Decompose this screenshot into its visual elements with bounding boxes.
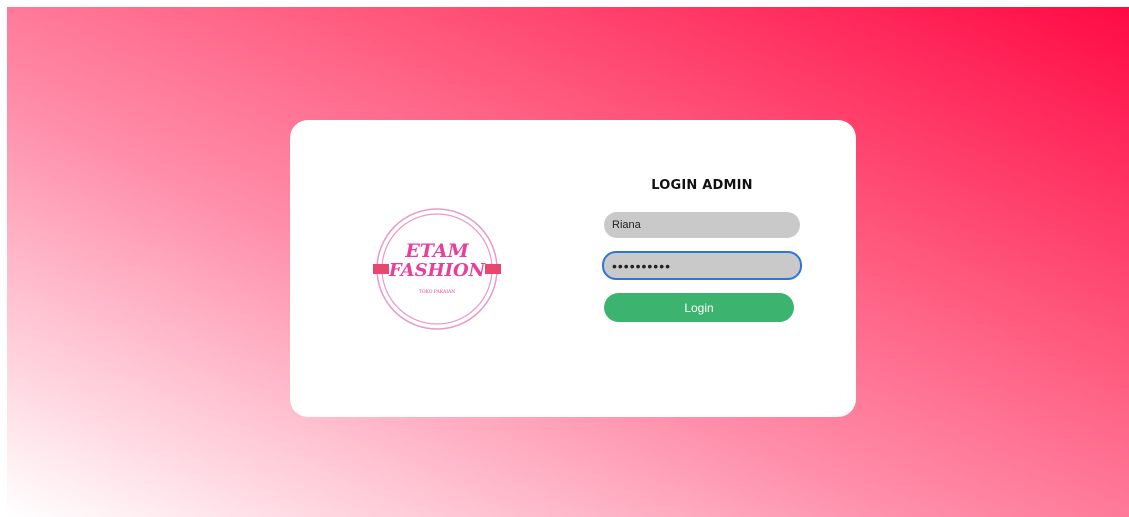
- background-gradient: ETAM FASHION TOKO PAKAIAN LOGIN ADMIN Lo…: [7, 7, 1129, 517]
- logo-banner-left: [373, 264, 389, 274]
- logo-text-line2: FASHION: [388, 260, 487, 281]
- logo-banner-right: [485, 264, 501, 274]
- login-button[interactable]: Login: [604, 293, 794, 322]
- logo-tagline: TOKO PAKAIAN: [419, 289, 455, 295]
- password-field[interactable]: [602, 251, 802, 280]
- etam-fashion-logo: ETAM FASHION TOKO PAKAIAN: [373, 208, 501, 330]
- username-field[interactable]: [604, 212, 800, 238]
- login-title: LOGIN ADMIN: [651, 178, 753, 193]
- logo-text-line1: ETAM: [404, 240, 469, 262]
- login-card: ETAM FASHION TOKO PAKAIAN LOGIN ADMIN Lo…: [290, 120, 856, 417]
